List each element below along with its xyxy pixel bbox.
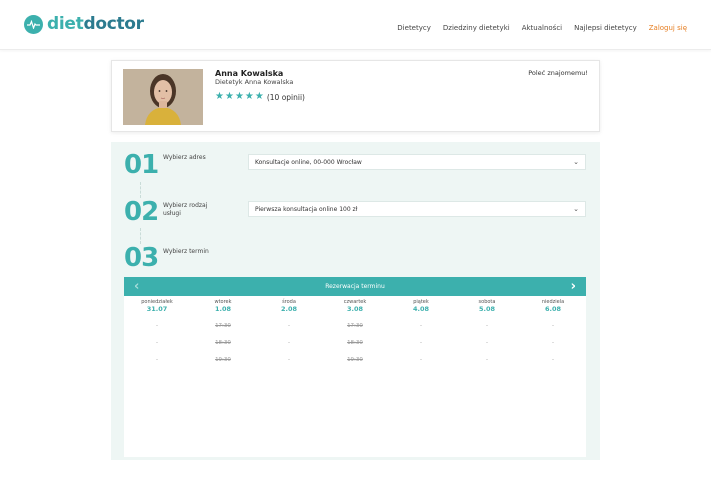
empty-slot: - xyxy=(486,323,488,329)
empty-slot: - xyxy=(288,340,290,346)
day-date: 6.08 xyxy=(544,305,562,313)
service-select[interactable]: Pierwsza konsultacja online 100 zł ⌄ xyxy=(248,201,586,217)
calendar-day: poniedziałek 31.07 xyxy=(124,299,190,313)
empty-slot: - xyxy=(420,340,422,346)
next-week-button[interactable]: › xyxy=(571,277,576,296)
step-label: Wybierz termin xyxy=(163,248,209,255)
time-slot[interactable]: 19:30 xyxy=(322,357,388,363)
address-select[interactable]: Konsultacje online, 00-000 Wrocław ⌄ xyxy=(248,154,586,170)
time-slot[interactable]: 18:30 xyxy=(322,340,388,346)
calendar-day: środa 2.08 xyxy=(256,299,322,313)
day-date: 31.07 xyxy=(146,305,168,313)
star-icon: ★ xyxy=(244,91,254,102)
calendar-day: czwartek 3.08 xyxy=(322,299,388,313)
empty-slot: - xyxy=(486,357,488,363)
rating: ★ ★ ★ ★ ★ (10 opinii) xyxy=(215,92,305,102)
calendar-title: Rezerwacja terminu xyxy=(325,283,385,290)
prev-week-button[interactable]: ‹ xyxy=(134,277,139,296)
day-date: 2.08 xyxy=(280,305,298,313)
nav-dietetycy[interactable]: Dietetycy xyxy=(397,24,431,32)
nav-aktualnosci[interactable]: Aktualności xyxy=(522,24,562,32)
calendar-header: Rezerwacja terminu ‹ › xyxy=(124,277,586,296)
select-value: Konsultacje online, 00-000 Wrocław xyxy=(255,158,362,166)
star-icon: ★ xyxy=(224,91,234,102)
empty-slot: - xyxy=(420,323,422,329)
calendar-day: piątek 4.08 xyxy=(388,299,454,313)
empty-slot: - xyxy=(156,340,158,346)
day-date: 5.08 xyxy=(478,305,496,313)
nav-dziedziny[interactable]: Dziedziny dietetyki xyxy=(443,24,510,32)
recommend-link[interactable]: Poleć znajomemu! xyxy=(528,69,588,77)
chevron-down-icon: ⌄ xyxy=(573,205,579,213)
site-header: dietdoctor Dietetycy Dziedziny dietetyki… xyxy=(0,0,711,50)
empty-slot: - xyxy=(156,323,158,329)
step-number: 03 xyxy=(124,243,159,273)
step-label: Wybierz adres xyxy=(163,154,206,161)
profile-card: Anna Kowalska Dietetyk Anna Kowalska ★ ★… xyxy=(111,60,600,132)
day-date: 4.08 xyxy=(412,305,430,313)
time-slot[interactable]: 17:30 xyxy=(322,323,388,329)
reviews-count[interactable]: (10 opinii) xyxy=(267,93,305,102)
heartbeat-icon xyxy=(24,14,43,34)
step-connector xyxy=(140,182,141,198)
time-slot[interactable]: 19:30 xyxy=(190,357,256,363)
empty-slot: - xyxy=(288,323,290,329)
step-number: 02 xyxy=(124,197,159,227)
empty-slot: - xyxy=(552,323,554,329)
select-value: Pierwsza konsultacja online 100 zł xyxy=(255,205,358,213)
star-icon: ★ xyxy=(234,91,244,102)
logo[interactable]: dietdoctor xyxy=(24,12,144,36)
empty-slot: - xyxy=(420,357,422,363)
calendar-day: wtorek 1.08 xyxy=(190,299,256,313)
avatar xyxy=(123,69,203,125)
profile-name: Anna Kowalska xyxy=(215,69,284,78)
main-nav: Dietetycy Dziedziny dietetyki Aktualnośc… xyxy=(397,24,687,32)
calendar-day: niedziela 6.08 xyxy=(520,299,586,313)
star-icon: ★ xyxy=(215,91,224,102)
nav-najlepsi[interactable]: Najlepsi dietetycy xyxy=(574,24,637,32)
calendar-day: sobota 5.08 xyxy=(454,299,520,313)
step-number: 01 xyxy=(124,150,159,180)
profile-title: Dietetyk Anna Kowalska xyxy=(215,78,294,86)
logo-text: dietdoctor xyxy=(47,14,144,34)
empty-slot: - xyxy=(486,340,488,346)
booking-panel: 01 Wybierz adres Konsultacje online, 00-… xyxy=(111,142,600,460)
empty-slot: - xyxy=(156,357,158,363)
login-link[interactable]: Zaloguj się xyxy=(649,24,687,32)
empty-slot: - xyxy=(552,340,554,346)
empty-slot: - xyxy=(552,357,554,363)
day-date: 3.08 xyxy=(346,305,364,313)
time-slot[interactable]: 18:30 xyxy=(190,340,256,346)
star-icon: ★ xyxy=(254,91,264,102)
time-slot[interactable]: 17:30 xyxy=(190,323,256,329)
day-date: 1.08 xyxy=(214,305,232,313)
step-label: Wybierz rodzaj usługi xyxy=(163,202,208,217)
empty-slot: - xyxy=(288,357,290,363)
chevron-down-icon: ⌄ xyxy=(573,158,579,166)
step-connector xyxy=(140,228,141,244)
booking-calendar: Rezerwacja terminu ‹ › poniedziałek 31.07… xyxy=(124,277,586,457)
